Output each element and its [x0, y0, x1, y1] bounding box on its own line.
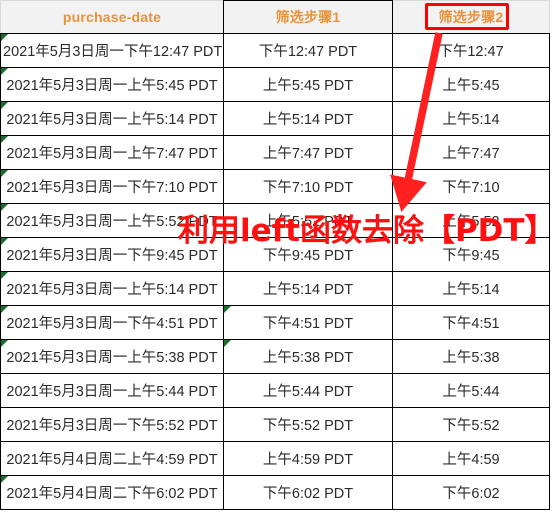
cell-filter-step-2[interactable]: 上午5:14 — [392, 101, 550, 136]
cell-filter-step-2[interactable]: 上午7:47 — [392, 135, 550, 170]
column-header-filter-step-2[interactable]: 筛选步骤2 — [392, 0, 550, 34]
cell-purchase-date[interactable]: 2021年5月3日周一上午5:44 PDT — [0, 373, 224, 408]
cell-filter-step-1[interactable]: 上午5:14 PDT — [223, 271, 393, 306]
cell-filter-step-2[interactable]: 上午5:44 — [392, 373, 550, 408]
table-row: 2021年5月3日周一下午7:10 PDT 下午7:10 PDT 下午7:10 — [0, 169, 550, 204]
table-header-row: purchase-date 筛选步骤1 筛选步骤2 — [0, 0, 550, 34]
table-row: 2021年5月3日周一下午4:51 PDT 下午4:51 PDT 下午4:51 — [0, 305, 550, 340]
table-row: 2021年5月3日周一上午5:52 PDT 上午5:52 PDT 上午5:52 — [0, 203, 550, 238]
cell-purchase-date[interactable]: 2021年5月3日周一下午7:10 PDT — [0, 169, 224, 204]
column-header-filter-step-1[interactable]: 筛选步骤1 — [223, 0, 393, 34]
cell-filter-step-1[interactable]: 下午12:47 PDT — [223, 33, 393, 68]
cell-purchase-date[interactable]: 2021年5月3日周一下午12:47 PDT — [0, 33, 224, 68]
cell-filter-step-1[interactable]: 上午5:38 PDT — [223, 339, 393, 374]
table-row: 2021年5月3日周一下午5:52 PDT 下午5:52 PDT 下午5:52 — [0, 407, 550, 442]
cell-filter-step-2[interactable]: 上午4:59 — [392, 441, 550, 476]
cell-purchase-date[interactable]: 2021年5月4日周二下午6:02 PDT — [0, 475, 224, 510]
cell-filter-step-2[interactable]: 下午9:45 — [392, 237, 550, 272]
cell-filter-step-2[interactable]: 上午5:52 — [392, 203, 550, 238]
cell-filter-step-1[interactable]: 上午7:47 PDT — [223, 135, 393, 170]
cell-purchase-date[interactable]: 2021年5月3日周一上午5:14 PDT — [0, 271, 224, 306]
cell-filter-step-2[interactable]: 下午4:51 — [392, 305, 550, 340]
column-header-purchase-date[interactable]: purchase-date — [0, 0, 224, 34]
table-row: 2021年5月4日周二下午6:02 PDT 下午6:02 PDT 下午6:02 — [0, 475, 550, 510]
table-row: 2021年5月3日周一上午5:14 PDT 上午5:14 PDT 上午5:14 — [0, 271, 550, 306]
spreadsheet-screenshot: purchase-date 筛选步骤1 筛选步骤2 2021年5月3日周一下午1… — [0, 0, 555, 512]
cell-filter-step-2[interactable]: 上午5:14 — [392, 271, 550, 306]
cell-filter-step-1[interactable]: 上午5:45 PDT — [223, 67, 393, 102]
purchase-date-table: purchase-date 筛选步骤1 筛选步骤2 2021年5月3日周一下午1… — [0, 0, 550, 510]
cell-filter-step-1[interactable]: 上午5:52 PDT — [223, 203, 393, 238]
cell-purchase-date[interactable]: 2021年5月3日周一下午4:51 PDT — [0, 305, 224, 340]
table-row: 2021年5月3日周一上午5:45 PDT 上午5:45 PDT 上午5:45 — [0, 67, 550, 102]
cell-purchase-date[interactable]: 2021年5月3日周一上午5:45 PDT — [0, 67, 224, 102]
table-header: purchase-date 筛选步骤1 筛选步骤2 — [0, 0, 550, 34]
table-row: 2021年5月4日周二上午4:59 PDT 上午4:59 PDT 上午4:59 — [0, 441, 550, 476]
table-row: 2021年5月3日周一下午12:47 PDT 下午12:47 PDT 下午12:47 — [0, 33, 550, 68]
cell-purchase-date[interactable]: 2021年5月3日周一上午5:52 PDT — [0, 203, 224, 238]
table-row: 2021年5月3日周一上午5:14 PDT 上午5:14 PDT 上午5:14 — [0, 101, 550, 136]
cell-purchase-date[interactable]: 2021年5月4日周二上午4:59 PDT — [0, 441, 224, 476]
cell-filter-step-1[interactable]: 下午9:45 PDT — [223, 237, 393, 272]
table-body: 2021年5月3日周一下午12:47 PDT 下午12:47 PDT 下午12:47… — [0, 33, 550, 510]
cell-filter-step-2[interactable]: 下午7:10 — [392, 169, 550, 204]
table-row: 2021年5月3日周一上午5:44 PDT 上午5:44 PDT 上午5:44 — [0, 373, 550, 408]
cell-filter-step-2[interactable]: 下午6:02 — [392, 475, 550, 510]
cell-purchase-date[interactable]: 2021年5月3日周一下午5:52 PDT — [0, 407, 224, 442]
cell-filter-step-1[interactable]: 上午5:14 PDT — [223, 101, 393, 136]
cell-filter-step-1[interactable]: 下午6:02 PDT — [223, 475, 393, 510]
cell-filter-step-2[interactable]: 下午12:47 — [392, 33, 550, 68]
cell-purchase-date[interactable]: 2021年5月3日周一下午9:45 PDT — [0, 237, 224, 272]
cell-filter-step-2[interactable]: 下午5:52 — [392, 407, 550, 442]
table-row: 2021年5月3日周一上午5:38 PDT 上午5:38 PDT 上午5:38 — [0, 339, 550, 374]
cell-filter-step-1[interactable]: 下午4:51 PDT — [223, 305, 393, 340]
cell-filter-step-1[interactable]: 下午5:52 PDT — [223, 407, 393, 442]
cell-filter-step-2[interactable]: 上午5:45 — [392, 67, 550, 102]
cell-purchase-date[interactable]: 2021年5月3日周一上午5:38 PDT — [0, 339, 224, 374]
cell-filter-step-1[interactable]: 上午5:44 PDT — [223, 373, 393, 408]
cell-purchase-date[interactable]: 2021年5月3日周一上午5:14 PDT — [0, 101, 224, 136]
table-row: 2021年5月3日周一下午9:45 PDT 下午9:45 PDT 下午9:45 — [0, 237, 550, 272]
cell-filter-step-1[interactable]: 上午4:59 PDT — [223, 441, 393, 476]
cell-purchase-date[interactable]: 2021年5月3日周一上午7:47 PDT — [0, 135, 224, 170]
cell-filter-step-2[interactable]: 上午5:38 — [392, 339, 550, 374]
table-row: 2021年5月3日周一上午7:47 PDT 上午7:47 PDT 上午7:47 — [0, 135, 550, 170]
cell-filter-step-1[interactable]: 下午7:10 PDT — [223, 169, 393, 204]
